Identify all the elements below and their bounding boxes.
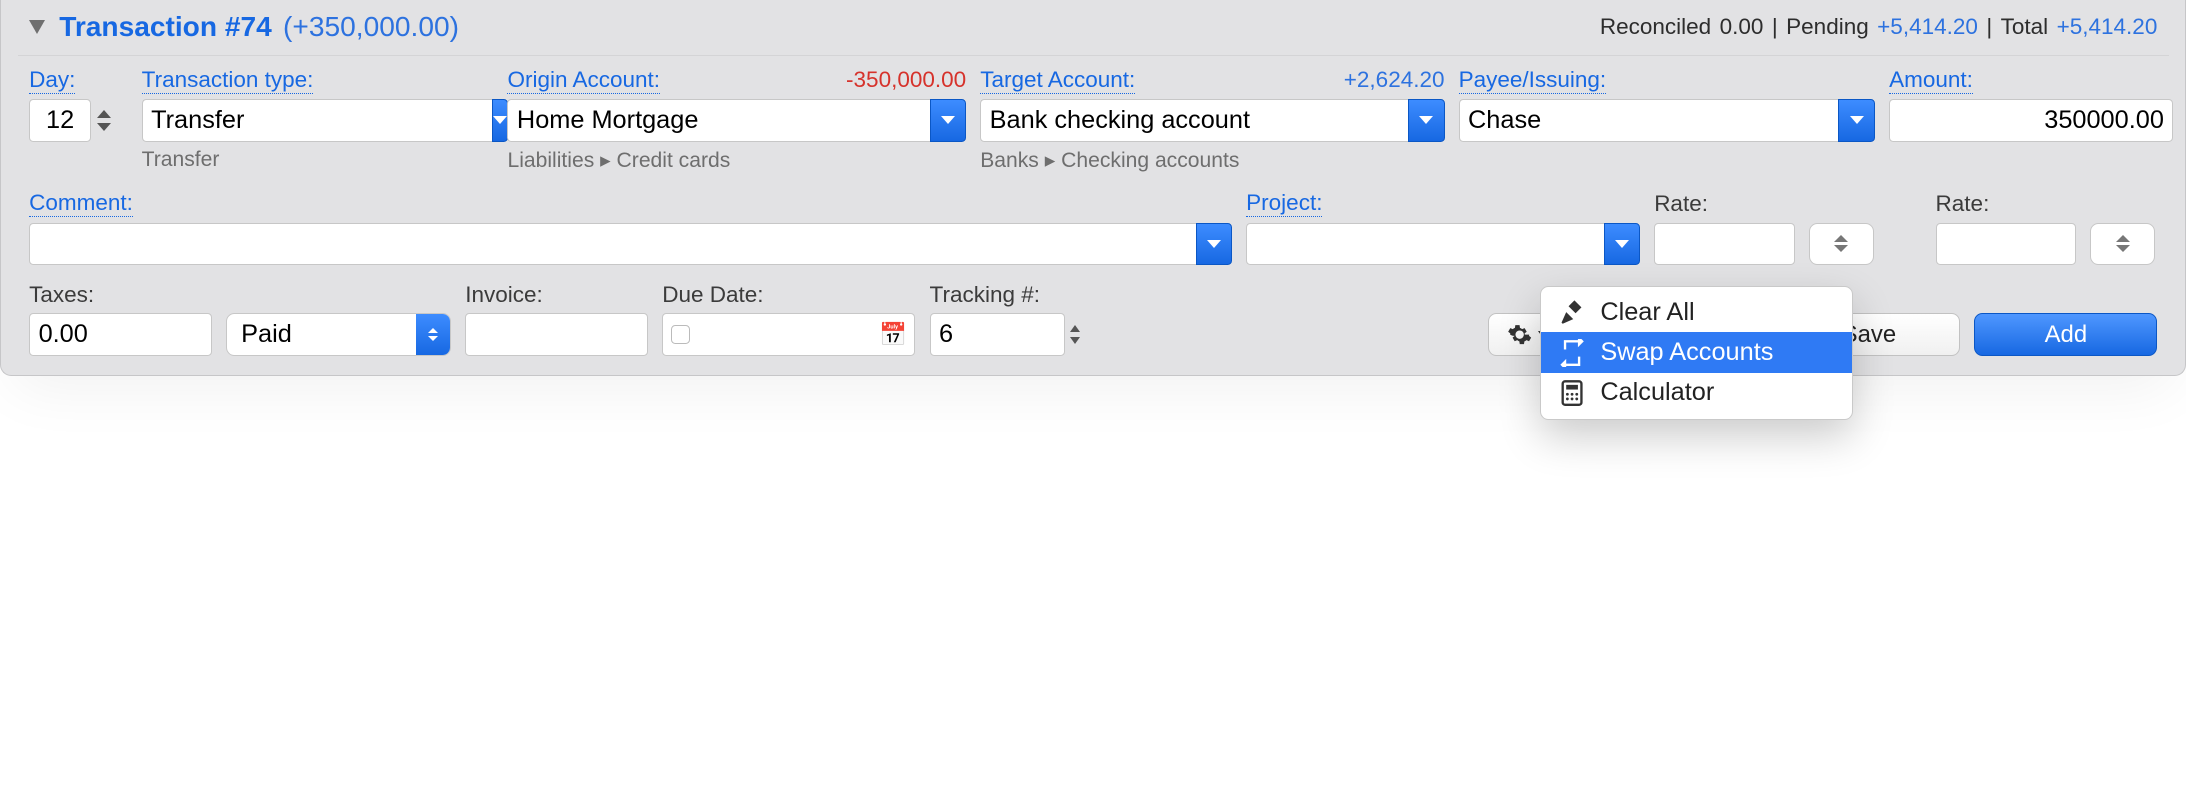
origin-account-input[interactable]	[507, 99, 929, 141]
reconciled-value: 0.00	[1720, 14, 1764, 40]
invoice-label: Invoice:	[465, 282, 543, 308]
transaction-type-dropdown-button[interactable]	[492, 99, 508, 141]
day-input[interactable]	[29, 99, 91, 141]
chevron-up-icon[interactable]	[2116, 235, 2130, 242]
target-account-dropdown-button[interactable]	[1408, 99, 1445, 141]
menu-item-clear-all-label: Clear All	[1600, 298, 1694, 327]
due-date-field[interactable]: 📅	[662, 313, 915, 355]
pending-label: Pending	[1786, 14, 1869, 40]
gear-menu: Clear All Swap Accounts Calculator	[1540, 286, 1852, 420]
reconciled-label: Reconciled	[1600, 14, 1711, 40]
tracking-input[interactable]	[930, 313, 1065, 355]
transaction-title: Transaction #74	[59, 11, 272, 43]
gear-icon	[1507, 322, 1532, 347]
rate2-stepper[interactable]	[2090, 223, 2155, 265]
target-account-combo[interactable]	[980, 99, 1444, 141]
add-button[interactable]: Add	[1974, 313, 2157, 355]
pending-value: +5,414.20	[1877, 14, 1978, 40]
transaction-title-group: Transaction #74 (+350,000.00)	[29, 11, 459, 43]
target-account-subtext: Banks ▸ Checking accounts	[980, 147, 1444, 173]
swap-icon	[1558, 339, 1586, 367]
due-date-input[interactable]	[662, 313, 915, 355]
origin-account-combo[interactable]	[507, 99, 966, 141]
total-label: Total	[2001, 14, 2049, 40]
rate1-stepper[interactable]	[1809, 223, 1874, 265]
taxes-label: Taxes:	[29, 282, 94, 308]
transaction-panel: Transaction #74 (+350,000.00) Reconciled…	[0, 0, 2186, 376]
chevron-down-icon[interactable]	[2116, 245, 2130, 252]
taxes-input[interactable]	[29, 313, 212, 355]
origin-account-dropdown-button[interactable]	[930, 99, 967, 141]
invoice-input[interactable]	[465, 313, 648, 355]
target-account-input[interactable]	[980, 99, 1408, 141]
labels-row-2: Comment: Project: Rate: Rate:	[18, 190, 2169, 217]
comment-label[interactable]: Comment:	[29, 190, 133, 217]
rate2-label: Rate:	[1936, 191, 1990, 217]
rate1-label: Rate:	[1654, 191, 1708, 217]
taxes-status-caret-icon[interactable]	[416, 314, 450, 354]
target-account-balance: +2,624.20	[1344, 67, 1445, 93]
day-label[interactable]: Day:	[29, 67, 75, 94]
origin-account-subtext: Liabilities ▸ Credit cards	[507, 147, 966, 173]
transaction-type-input[interactable]	[142, 99, 492, 141]
origin-account-label[interactable]: Origin Account:	[507, 67, 660, 94]
disclosure-triangle-icon[interactable]	[29, 20, 45, 34]
chevron-down-icon[interactable]	[1070, 337, 1080, 344]
project-input[interactable]	[1246, 223, 1603, 265]
payee-combo[interactable]	[1459, 99, 1875, 141]
menu-item-swap-accounts-label: Swap Accounts	[1600, 338, 1773, 367]
day-stepper[interactable]	[29, 99, 127, 141]
payee-dropdown-button[interactable]	[1838, 99, 1875, 141]
fields-row-2	[18, 223, 2169, 265]
tracking-label: Tracking #:	[930, 282, 1040, 308]
menu-item-clear-all[interactable]: Clear All	[1541, 292, 1851, 332]
taxes-status-select[interactable]: Paid	[226, 313, 451, 355]
menu-item-calculator[interactable]: Calculator	[1541, 373, 1851, 413]
comment-input[interactable]	[29, 223, 1195, 265]
labels-row-1: Day: Transaction type: Origin Account: -…	[18, 67, 2169, 94]
calendar-icon[interactable]: 📅	[879, 322, 907, 348]
broom-icon	[1558, 298, 1586, 326]
payee-issuing-label[interactable]: Payee/Issuing:	[1459, 67, 1607, 94]
fields-row-1	[18, 99, 2169, 141]
subtext-row: Transfer Liabilities ▸ Credit cards Bank…	[18, 142, 2169, 174]
chevron-up-icon[interactable]	[97, 110, 111, 118]
taxes-status-value: Paid	[227, 314, 416, 354]
rate1-input[interactable]	[1654, 223, 1795, 265]
comment-dropdown-button[interactable]	[1196, 223, 1233, 265]
transaction-type-subtext: Transfer	[142, 148, 494, 172]
calculator-icon	[1558, 379, 1586, 407]
project-label[interactable]: Project:	[1246, 190, 1322, 217]
transaction-amount-delta: (+350,000.00)	[283, 11, 459, 43]
tracking-stepper[interactable]	[1070, 325, 1090, 343]
target-account-label[interactable]: Target Account:	[980, 67, 1135, 94]
origin-account-balance: -350,000.00	[846, 67, 966, 93]
chevron-up-icon[interactable]	[1834, 235, 1848, 242]
chevron-up-icon[interactable]	[1070, 325, 1080, 332]
chevron-down-icon[interactable]	[1834, 245, 1848, 252]
transaction-status: Reconciled 0.00 | Pending +5,414.20 | To…	[1600, 14, 2157, 40]
transaction-type-label[interactable]: Transaction type:	[142, 67, 314, 94]
menu-item-swap-accounts[interactable]: Swap Accounts	[1541, 332, 1851, 372]
payee-input[interactable]	[1459, 99, 1839, 141]
tracking-field[interactable]	[930, 313, 1099, 355]
comment-combo[interactable]	[29, 223, 1232, 265]
chevron-down-icon[interactable]	[97, 123, 111, 131]
total-value: +5,414.20	[2057, 14, 2158, 40]
amount-label[interactable]: Amount:	[1889, 67, 1973, 94]
transaction-type-combo[interactable]	[142, 99, 494, 141]
day-stepper-arrows[interactable]	[97, 99, 122, 141]
due-date-checkbox[interactable]	[671, 325, 691, 345]
amount-input[interactable]	[1889, 99, 2173, 141]
project-dropdown-button[interactable]	[1604, 223, 1641, 265]
transaction-header: Transaction #74 (+350,000.00) Reconciled…	[18, 8, 2169, 55]
menu-item-calculator-label: Calculator	[1600, 378, 1714, 407]
project-combo[interactable]	[1246, 223, 1640, 265]
due-date-label: Due Date:	[662, 282, 763, 308]
rate2-input[interactable]	[1936, 223, 2077, 265]
